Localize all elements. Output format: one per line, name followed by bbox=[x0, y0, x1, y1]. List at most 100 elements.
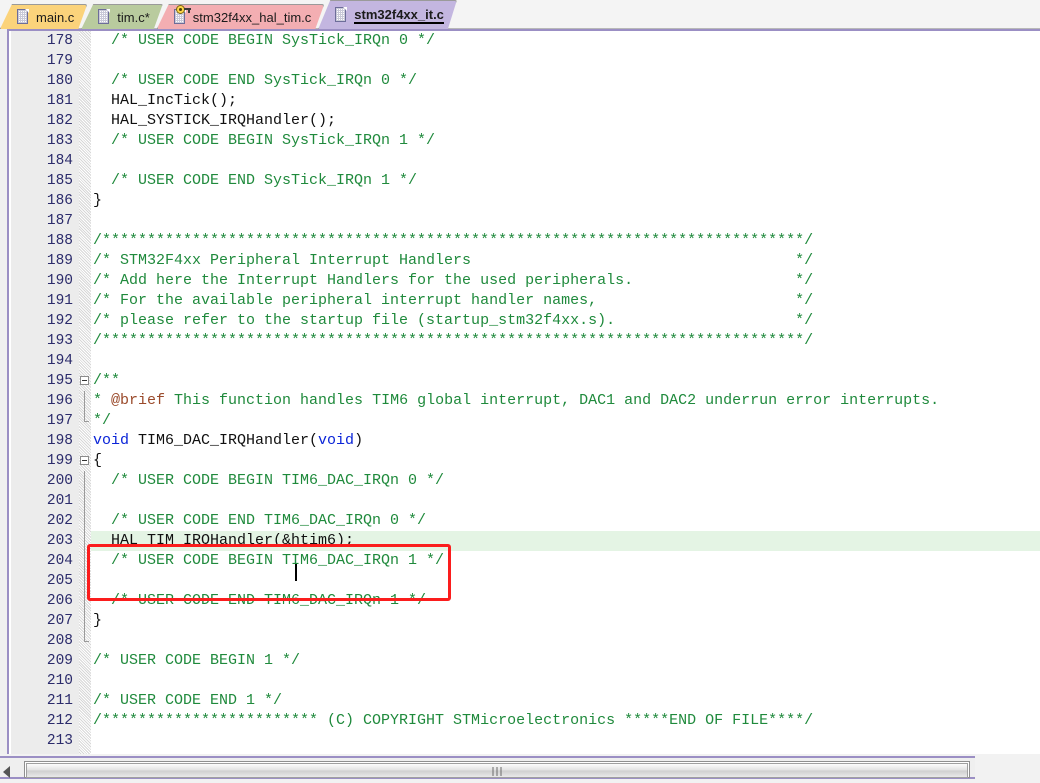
code-line[interactable] bbox=[91, 351, 1040, 371]
line-number: 187 bbox=[46, 213, 73, 229]
line-number: 202 bbox=[46, 513, 73, 529]
line-number: 201 bbox=[46, 493, 73, 509]
grip-lines-icon bbox=[492, 767, 502, 776]
code-line[interactable] bbox=[91, 491, 1040, 511]
line-number: 207 bbox=[46, 613, 73, 629]
tab-strip: main.c tim.c* stm32f4xx_hal_tim.c stm32f4xx… bbox=[0, 0, 451, 29]
line-number-row: 210 bbox=[11, 671, 79, 691]
code-rows: /* USER CODE BEGIN SysTick_IRQn 0 */ /* … bbox=[91, 31, 1040, 751]
line-number-row: 198 bbox=[11, 431, 79, 451]
line-number-gutter: 178 179 180 181 182 183 184 185 186 187 188 189 190 1… bbox=[11, 31, 79, 754]
code-line[interactable]: } bbox=[91, 611, 1040, 631]
line-number: 179 bbox=[46, 53, 73, 69]
fold-empty bbox=[79, 231, 91, 251]
code-token-cmt: */ bbox=[93, 412, 112, 429]
key-icon bbox=[176, 5, 191, 15]
code-line[interactable]: /***************************************… bbox=[91, 331, 1040, 351]
line-number-row: 209 bbox=[11, 651, 79, 671]
editor-tab-stm32f4xx-it-c[interactable]: stm32f4xx_it.c bbox=[318, 0, 457, 29]
line-number-row: 192 bbox=[11, 311, 79, 331]
line-number-row: 213 bbox=[11, 731, 79, 751]
code-line[interactable]: /************************ (C) COPYRIGHT … bbox=[91, 711, 1040, 731]
line-number: 213 bbox=[46, 733, 73, 749]
fold-collapse-icon[interactable] bbox=[79, 451, 91, 471]
code-text-area[interactable]: /* USER CODE BEGIN SysTick_IRQn 0 */ /* … bbox=[91, 31, 1040, 754]
fold-empty bbox=[79, 331, 91, 351]
fold-empty bbox=[79, 51, 91, 71]
code-line[interactable]: /* USER CODE BEGIN TIM6_DAC_IRQn 0 */ bbox=[91, 471, 1040, 491]
code-line[interactable]: /* USER CODE END 1 */ bbox=[91, 691, 1040, 711]
code-line[interactable] bbox=[91, 571, 1040, 591]
editor-tab-label: main.c bbox=[36, 9, 75, 25]
code-line[interactable] bbox=[91, 731, 1040, 751]
line-number: 190 bbox=[46, 273, 73, 289]
code-line[interactable]: /* USER CODE END TIM6_DAC_IRQn 1 */ bbox=[91, 591, 1040, 611]
line-number: 195 bbox=[46, 373, 73, 389]
code-line[interactable]: /** bbox=[91, 371, 1040, 391]
line-number: 200 bbox=[46, 473, 73, 489]
editor-tab-tim-c-[interactable]: tim.c* bbox=[81, 4, 163, 29]
code-line[interactable]: } bbox=[91, 191, 1040, 211]
code-line[interactable]: { bbox=[91, 451, 1040, 471]
line-number-row: 199 bbox=[11, 451, 79, 471]
code-line[interactable]: /* For the available peripheral interrup… bbox=[91, 291, 1040, 311]
code-token-cmt: /* USER CODE BEGIN TIM6_DAC_IRQn 1 */ bbox=[93, 552, 445, 569]
scrollbar-thumb[interactable] bbox=[26, 763, 968, 778]
code-line[interactable]: /* please refer to the startup file (sta… bbox=[91, 311, 1040, 331]
editor-tab-stm32f4xx-hal-tim-c[interactable]: stm32f4xx_hal_tim.c bbox=[157, 4, 325, 29]
code-token-cmt: /* USER CODE BEGIN TIM6_DAC_IRQn 0 */ bbox=[93, 472, 445, 489]
code-line[interactable] bbox=[91, 211, 1040, 231]
fold-guide-line bbox=[79, 511, 91, 531]
code-token-cmt: /* USER CODE END SysTick_IRQn 0 */ bbox=[93, 72, 418, 89]
code-line[interactable]: void TIM6_DAC_IRQHandler(void) bbox=[91, 431, 1040, 451]
line-number: 208 bbox=[46, 633, 73, 649]
code-line[interactable]: /* USER CODE END TIM6_DAC_IRQn 0 */ bbox=[91, 511, 1040, 531]
fold-empty bbox=[79, 691, 91, 711]
code-line[interactable]: /* USER CODE BEGIN SysTick_IRQn 0 */ bbox=[91, 31, 1040, 51]
fold-collapse-icon[interactable] bbox=[79, 371, 91, 391]
code-line[interactable] bbox=[91, 51, 1040, 71]
caret-left-icon[interactable] bbox=[3, 766, 10, 778]
line-number: 182 bbox=[46, 113, 73, 129]
code-line[interactable]: */ bbox=[91, 411, 1040, 431]
fold-empty bbox=[79, 211, 91, 231]
code-line[interactable]: /***************************************… bbox=[91, 231, 1040, 251]
code-token-cmt: /* USER CODE BEGIN SysTick_IRQn 0 */ bbox=[93, 32, 436, 49]
code-editor[interactable]: 178 179 180 181 182 183 184 185 186 187 188 189 190 1… bbox=[0, 29, 1040, 754]
horizontal-scrollbar[interactable] bbox=[0, 754, 1040, 783]
scrollbar-track[interactable] bbox=[24, 761, 970, 778]
code-token-cmt: /* USER CODE BEGIN SysTick_IRQn 1 */ bbox=[93, 132, 436, 149]
code-line[interactable]: HAL_IncTick(); bbox=[91, 91, 1040, 111]
code-token-cmt: /* Add here the Interrupt Handlers for t… bbox=[93, 272, 814, 289]
code-line[interactable]: HAL_TIM_IRQHandler(&htim6); bbox=[91, 531, 1040, 551]
fold-empty bbox=[79, 671, 91, 691]
code-line[interactable] bbox=[91, 151, 1040, 171]
line-number: 180 bbox=[46, 73, 73, 89]
fold-marker-rows bbox=[79, 31, 91, 751]
editor-tab-main-c[interactable]: main.c bbox=[0, 4, 87, 29]
code-token-pln: TIM6_DAC_IRQHandler( bbox=[129, 432, 319, 449]
code-line[interactable]: HAL_SYSTICK_IRQHandler(); bbox=[91, 111, 1040, 131]
code-line[interactable]: /* USER CODE END SysTick_IRQn 0 */ bbox=[91, 71, 1040, 91]
line-number: 183 bbox=[46, 133, 73, 149]
line-number: 192 bbox=[46, 313, 73, 329]
code-line[interactable] bbox=[91, 631, 1040, 651]
fold-empty bbox=[79, 131, 91, 151]
line-number: 189 bbox=[46, 253, 73, 269]
code-folding-margin[interactable] bbox=[79, 31, 91, 754]
code-line[interactable]: /* USER CODE END SysTick_IRQn 1 */ bbox=[91, 171, 1040, 191]
code-line[interactable]: /* STM32F4xx Peripheral Interrupt Handle… bbox=[91, 251, 1040, 271]
code-line[interactable] bbox=[91, 671, 1040, 691]
code-line[interactable]: /* USER CODE BEGIN 1 */ bbox=[91, 651, 1040, 671]
code-line[interactable]: /* Add here the Interrupt Handlers for t… bbox=[91, 271, 1040, 291]
line-number-row: 184 bbox=[11, 151, 79, 171]
code-line[interactable]: /* USER CODE BEGIN TIM6_DAC_IRQn 1 */ bbox=[91, 551, 1040, 571]
code-line[interactable]: /* USER CODE BEGIN SysTick_IRQn 1 */ bbox=[91, 131, 1040, 151]
fold-empty bbox=[79, 31, 91, 51]
line-number-row: 194 bbox=[11, 351, 79, 371]
line-number-row: 189 bbox=[11, 251, 79, 271]
line-number-row: 180 bbox=[11, 71, 79, 91]
code-line[interactable]: * @brief This function handles TIM6 glob… bbox=[91, 391, 1040, 411]
document-icon bbox=[17, 9, 30, 25]
line-number-row: 205 bbox=[11, 571, 79, 591]
